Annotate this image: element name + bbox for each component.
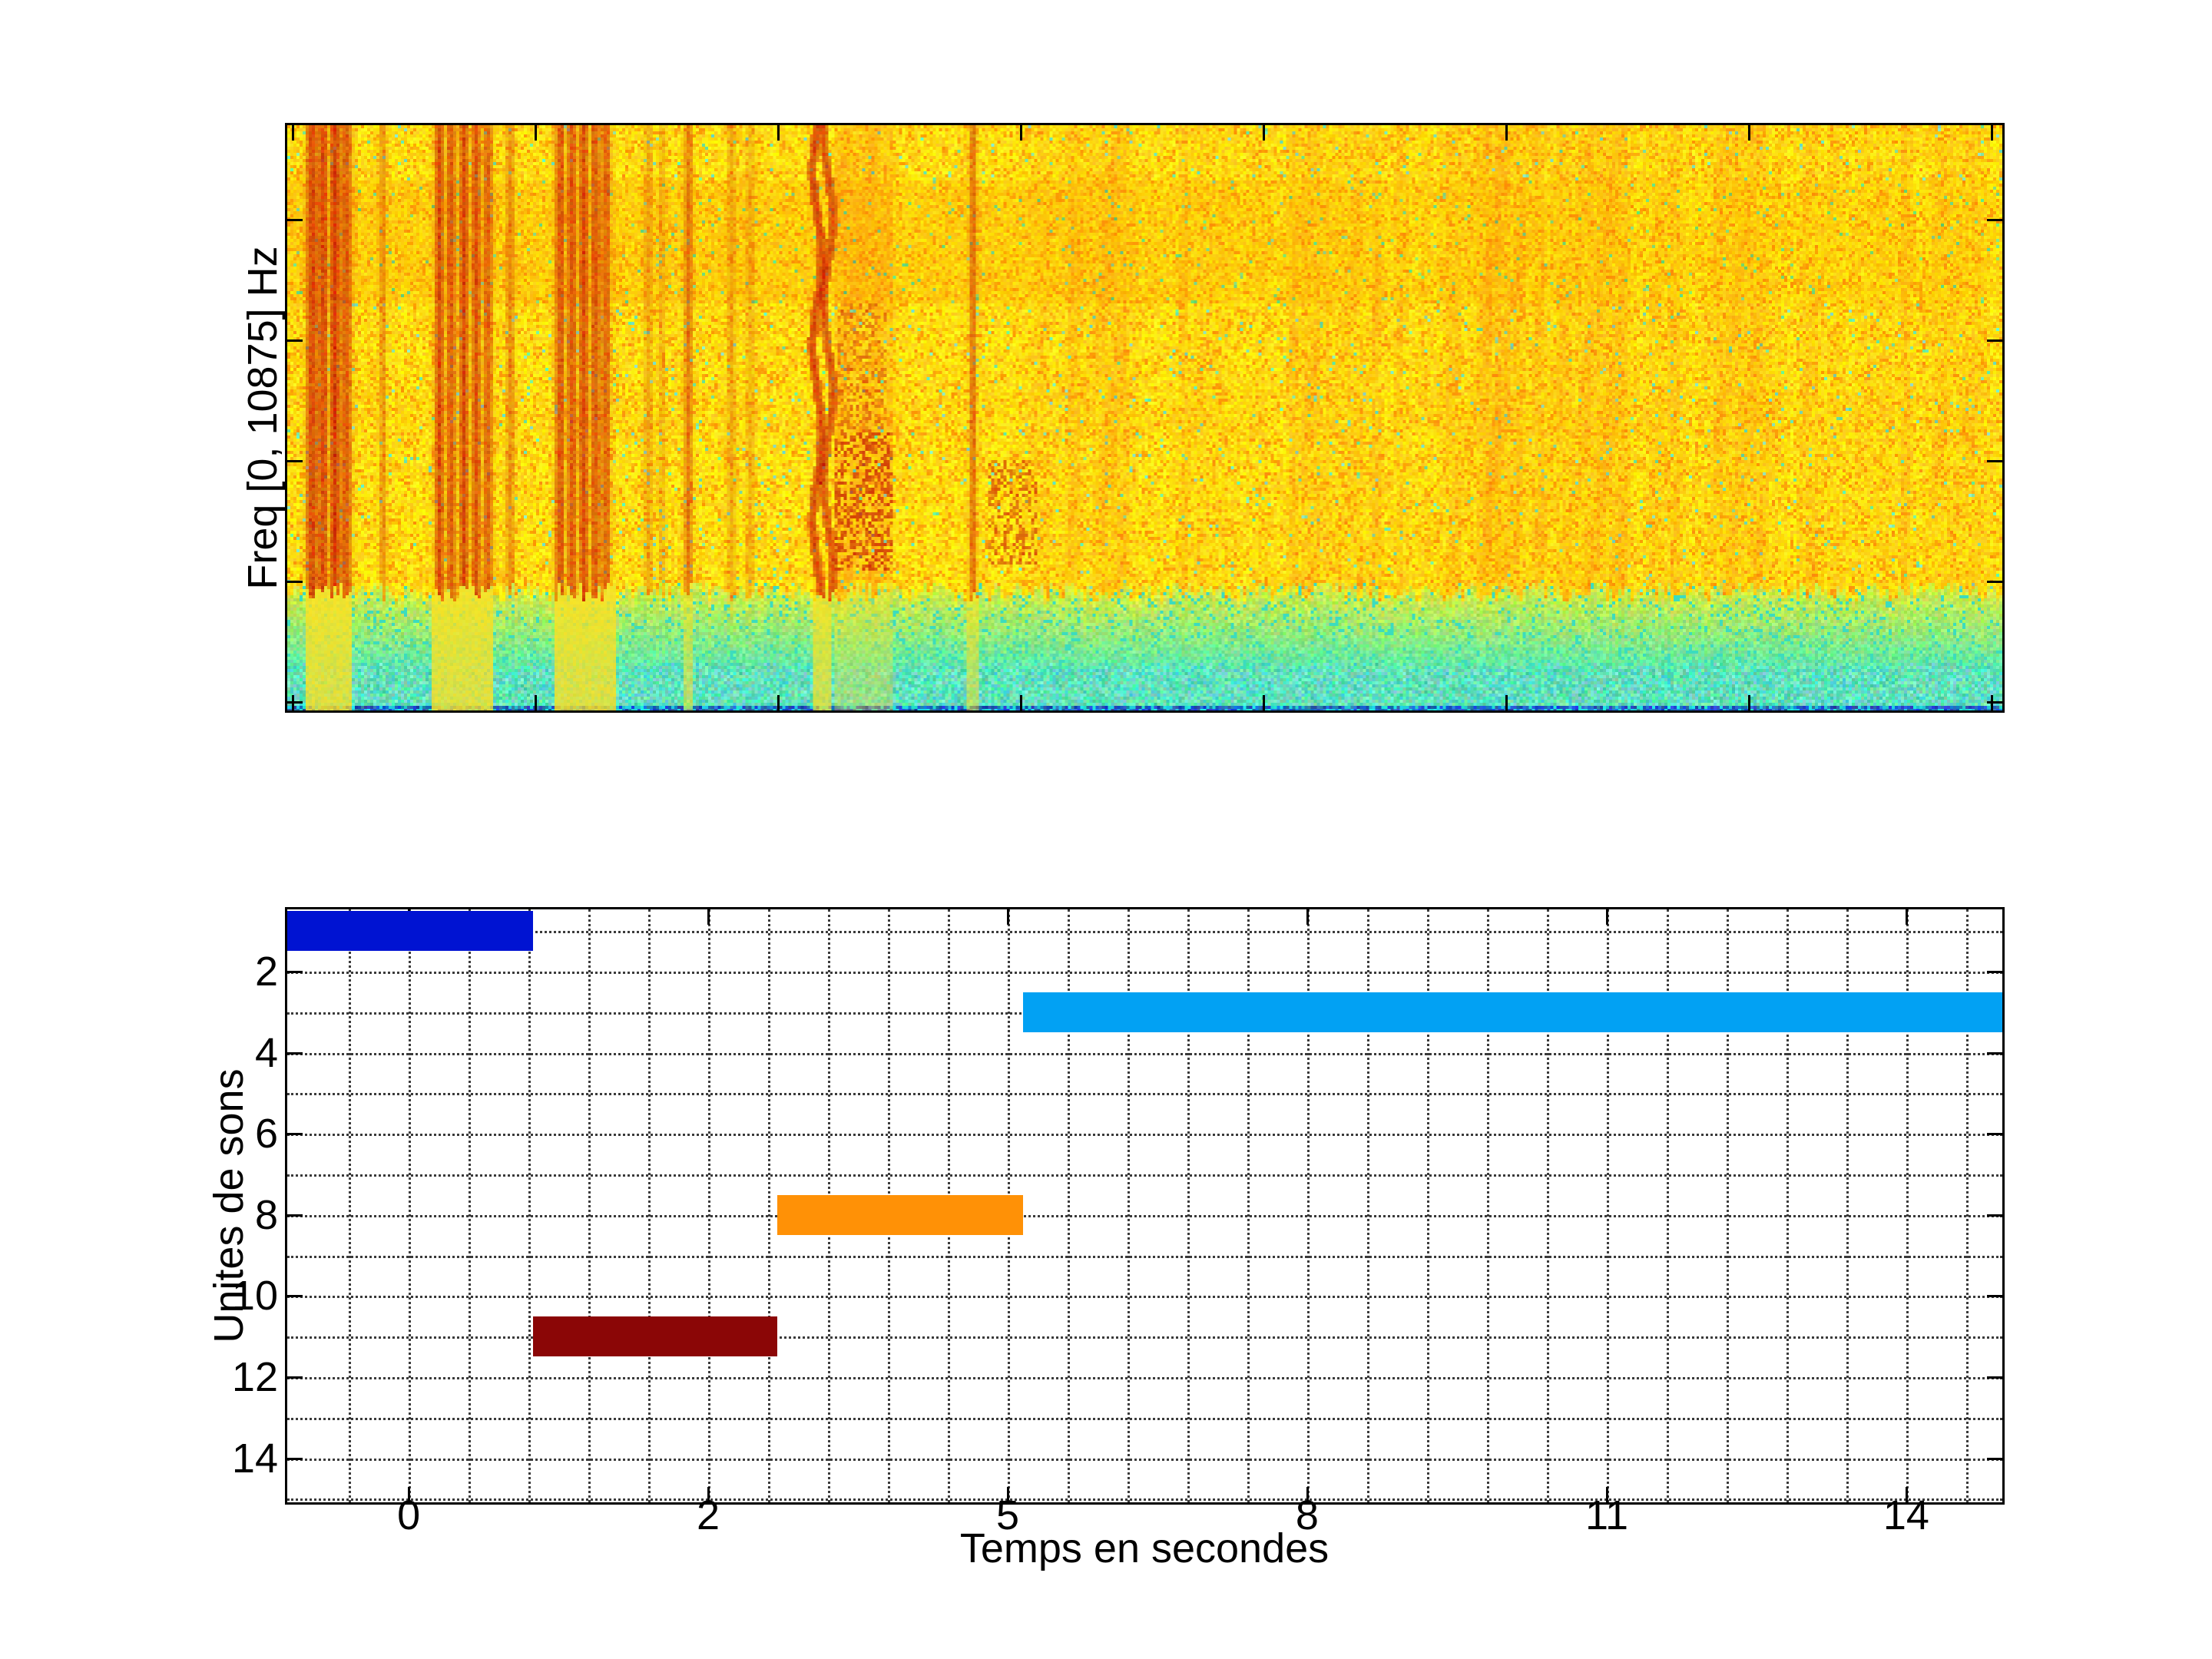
y-tick-label: 12 xyxy=(231,1354,278,1400)
spectrogram-y-tick xyxy=(1987,339,2002,342)
spectrogram-x-tick xyxy=(292,125,294,141)
y-tick xyxy=(287,971,303,973)
y-tick xyxy=(1987,1376,2002,1379)
y-tick-label: 6 xyxy=(254,1111,278,1157)
spectrogram-canvas xyxy=(287,125,2002,710)
spectrogram-y-tick xyxy=(287,701,303,704)
spectrogram-image xyxy=(287,125,2002,710)
y-tick xyxy=(287,1457,303,1460)
figure-window: { "figure": { "background": "#ffffff", "… xyxy=(0,0,2212,1659)
y-tick-label: 4 xyxy=(254,1029,278,1076)
spectrogram-x-tick xyxy=(1505,695,1508,710)
x-gridline xyxy=(409,909,411,1502)
spectrogram-x-tick xyxy=(777,695,780,710)
spectrogram-plot xyxy=(285,123,2005,713)
x-tick-label: 11 xyxy=(1585,1492,1629,1538)
spectrogram-x-tick xyxy=(535,695,537,710)
y-tick-label: 8 xyxy=(254,1191,278,1238)
y-tick xyxy=(1987,1295,2002,1298)
sound-unit-bar xyxy=(1022,992,2002,1032)
y-tick xyxy=(1987,1051,2002,1055)
y-tick xyxy=(287,1051,303,1055)
y-gridline xyxy=(287,1498,2002,1502)
spectrogram-x-tick xyxy=(1020,125,1022,141)
spectrogram-y-tick xyxy=(1987,460,2002,462)
y-tick-label: 14 xyxy=(231,1435,278,1482)
x-tick xyxy=(1306,909,1309,925)
spectrogram-y-tick xyxy=(287,460,303,462)
y-gridline xyxy=(287,1377,2002,1379)
x-gridline xyxy=(349,909,351,1502)
sound-unit-bar xyxy=(777,1194,1023,1235)
spectrogram-y-tick xyxy=(1987,581,2002,583)
sound-units-plot xyxy=(285,907,2005,1505)
y-tick xyxy=(1987,1214,2002,1217)
spectrogram-x-tick xyxy=(1505,125,1508,141)
y-tick xyxy=(287,1133,303,1136)
spectrogram-x-tick xyxy=(535,125,537,141)
sound-unit-bar xyxy=(532,1316,777,1357)
y-gridline xyxy=(287,1214,2002,1217)
y-tick xyxy=(1987,1457,2002,1460)
sound-units-plot-area xyxy=(287,909,2002,1502)
x-gridline xyxy=(648,909,651,1502)
x-tick-label: 2 xyxy=(696,1492,720,1538)
y-gridline xyxy=(287,1174,2002,1177)
spectrogram-x-tick xyxy=(1263,125,1265,141)
spectrogram-y-tick xyxy=(1987,701,2002,704)
spectrogram-x-tick xyxy=(777,125,780,141)
y-gridline xyxy=(287,1052,2002,1055)
x-gridline xyxy=(469,909,471,1502)
x-tick xyxy=(707,909,710,925)
x-tick-label: 0 xyxy=(397,1492,421,1538)
y-tick-label: 10 xyxy=(231,1273,278,1320)
y-tick xyxy=(1987,1133,2002,1136)
x-gridline xyxy=(708,909,710,1502)
y-gridline xyxy=(287,1134,2002,1137)
spectrogram-x-tick xyxy=(1991,125,1993,141)
spectrogram-ylabel: Freq [0, 10875] Hz xyxy=(240,246,286,590)
x-gridline xyxy=(768,909,770,1502)
x-tick xyxy=(1606,909,1609,925)
y-tick xyxy=(1987,971,2002,973)
y-tick xyxy=(287,1214,303,1217)
x-tick xyxy=(1905,909,1908,925)
x-gridline xyxy=(588,909,591,1502)
spectrogram-x-tick xyxy=(1263,695,1265,710)
sound-unit-bar xyxy=(287,911,533,952)
x-tick-label: 14 xyxy=(1883,1492,1929,1538)
spectrogram-x-tick xyxy=(1748,125,1750,141)
spectrogram-y-tick xyxy=(287,219,303,221)
y-gridline xyxy=(287,1093,2002,1096)
x-gridline xyxy=(528,909,531,1502)
spectrogram-y-tick xyxy=(287,581,303,583)
x-tick-label: 8 xyxy=(1295,1492,1319,1538)
y-tick-label: 2 xyxy=(254,949,278,995)
spectrogram-y-tick xyxy=(1987,219,2002,221)
y-tick xyxy=(287,1376,303,1379)
spectrogram-y-tick xyxy=(287,339,303,342)
y-gridline xyxy=(287,1296,2002,1299)
y-gridline xyxy=(287,1255,2002,1258)
y-tick xyxy=(287,1295,303,1298)
x-tick xyxy=(1007,909,1010,925)
spectrogram-x-tick xyxy=(1748,695,1750,710)
y-gridline xyxy=(287,1458,2002,1461)
y-gridline xyxy=(287,972,2002,974)
x-tick-label: 5 xyxy=(996,1492,1020,1538)
y-gridline xyxy=(287,931,2002,934)
spectrogram-x-tick xyxy=(1020,695,1022,710)
y-gridline xyxy=(287,1417,2002,1420)
